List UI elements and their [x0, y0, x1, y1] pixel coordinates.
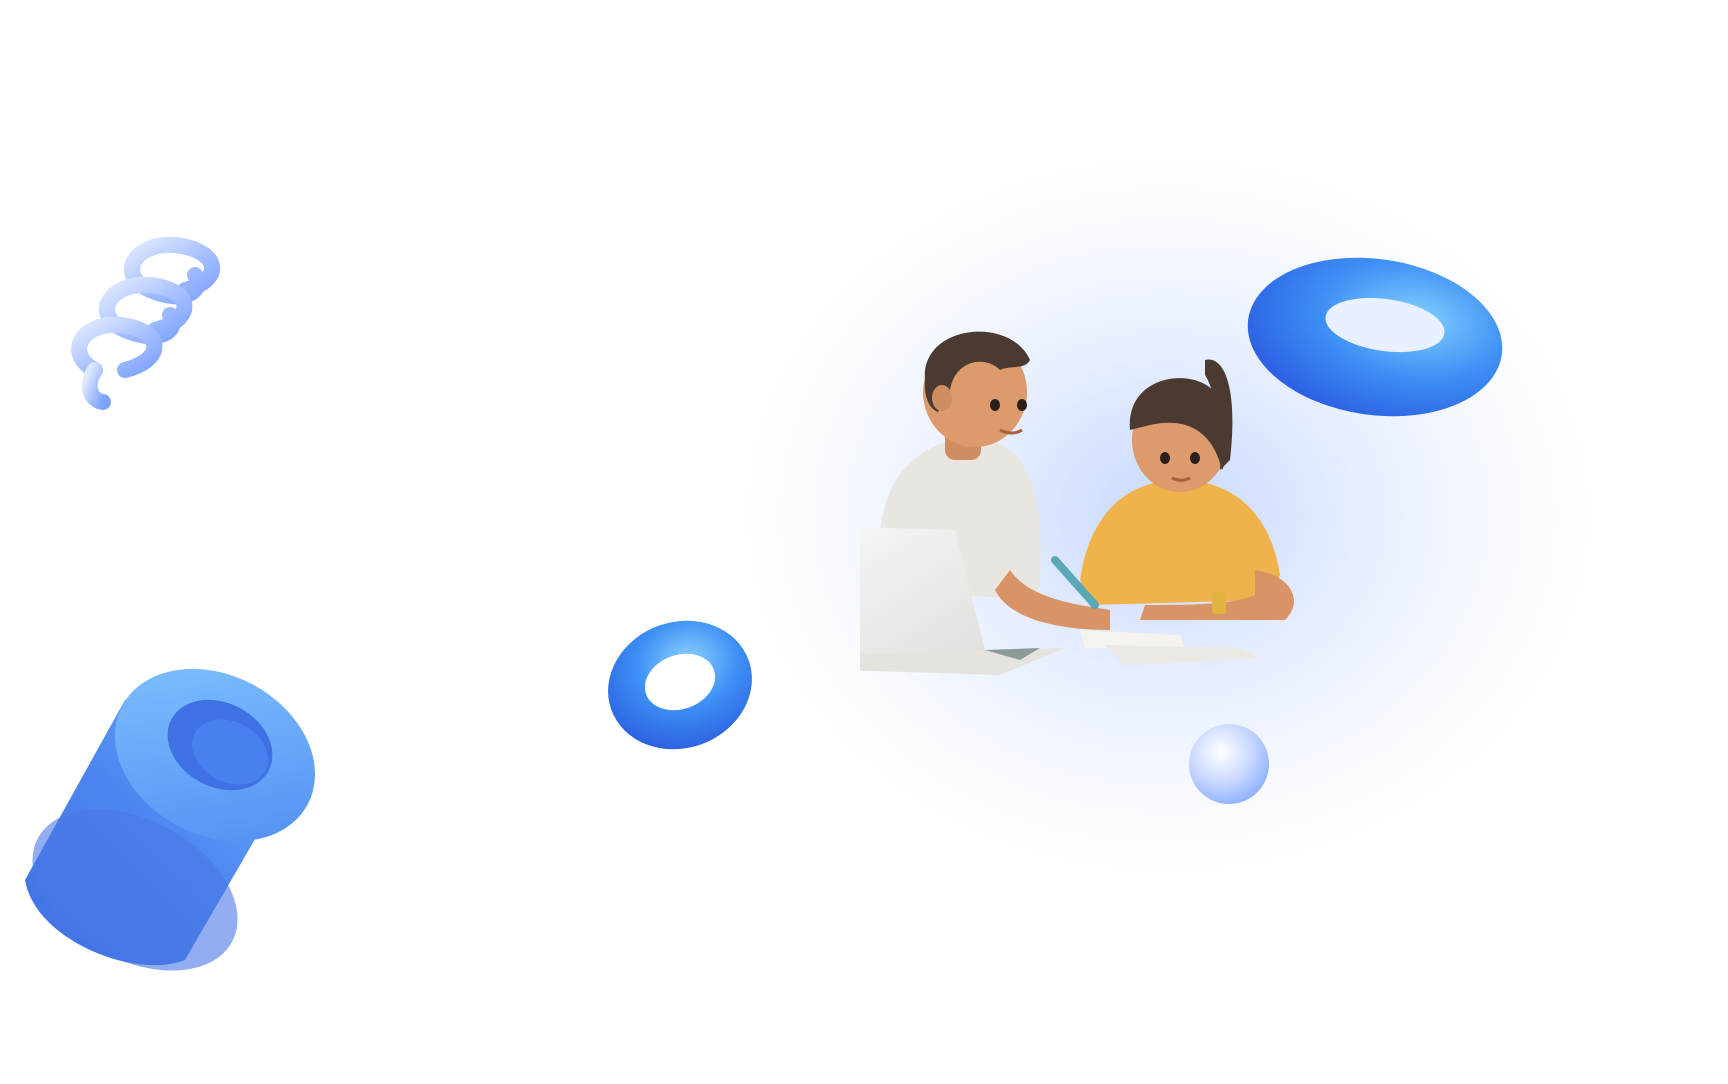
woman-shirt	[1080, 480, 1280, 605]
people-studying-illustration	[860, 331, 1294, 675]
cylinder-tube-icon	[25, 668, 315, 971]
torus-ring-icon	[608, 620, 752, 750]
illustration-scene	[0, 0, 1728, 1084]
watch-icon	[1212, 592, 1226, 614]
spring-coil-icon	[71, 236, 220, 410]
